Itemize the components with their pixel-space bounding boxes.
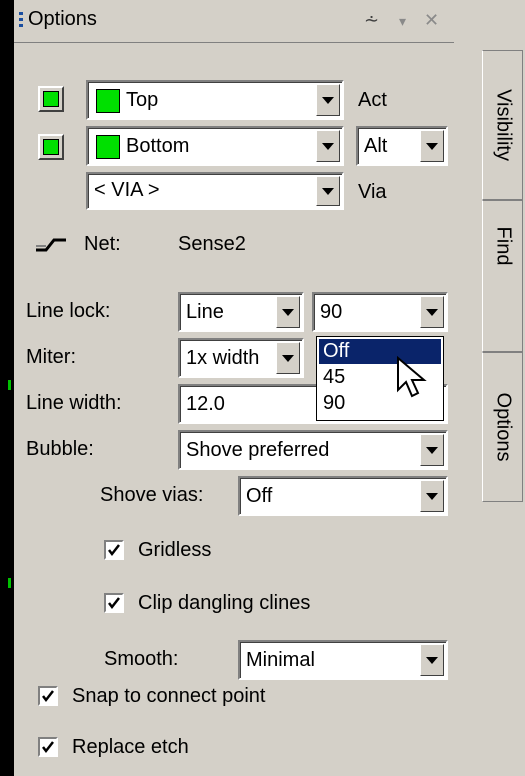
snap-label: Snap to connect point xyxy=(72,685,266,707)
top-layer-value: Top xyxy=(126,89,159,111)
tab-options[interactable]: Options xyxy=(482,352,523,502)
chevron-down-icon[interactable] xyxy=(420,296,444,328)
clip-dangling-checkbox[interactable] xyxy=(104,593,124,613)
tab-find-label: Find xyxy=(492,226,514,266)
chevron-down-icon[interactable] xyxy=(316,130,340,162)
bottom-layer-swatch-button[interactable] xyxy=(38,134,64,160)
gridless-checkbox[interactable] xyxy=(104,540,124,560)
net-label: Net: xyxy=(84,233,121,255)
green-color-icon xyxy=(43,139,59,155)
chevron-down-icon[interactable] xyxy=(420,644,444,676)
panel-title: Options xyxy=(28,8,97,30)
miter-label: Miter: xyxy=(26,346,76,368)
top-layer-color-icon xyxy=(96,89,120,113)
active-label: Act xyxy=(358,89,387,111)
shove-vias-value: Off xyxy=(246,485,273,507)
line-lock-mode-value: Line xyxy=(186,301,224,323)
line-lock-label: Line lock: xyxy=(26,300,111,322)
bottom-layer-value: Bottom xyxy=(126,135,190,157)
smooth-label: Smooth: xyxy=(104,648,179,670)
grip-icon xyxy=(19,12,23,28)
replace-etch-checkbox[interactable] xyxy=(38,737,58,757)
clip-dangling-label: Clip dangling clines xyxy=(138,592,311,614)
line-lock-angle-select[interactable]: 90 xyxy=(312,292,448,332)
line-width-label: Line width: xyxy=(26,392,122,414)
checkmark-icon xyxy=(108,544,120,557)
shove-vias-label: Shove vias: xyxy=(100,484,204,506)
alt-layer-select[interactable]: Alt xyxy=(356,126,448,166)
checkmark-icon xyxy=(42,690,54,703)
net-icon xyxy=(34,232,70,254)
chevron-down-icon[interactable] xyxy=(420,480,444,512)
alt-layer-value: Alt xyxy=(364,135,388,157)
replace-etch-label: Replace etch xyxy=(72,736,189,758)
mouse-cursor-icon xyxy=(396,355,430,407)
top-layer-select[interactable]: Top xyxy=(86,80,344,120)
chevron-down-icon[interactable] xyxy=(316,176,340,206)
bottom-layer-color-icon xyxy=(96,135,120,159)
checkmark-icon xyxy=(42,741,54,754)
via-value: < VIA > xyxy=(94,179,160,201)
chevron-down-icon[interactable] xyxy=(276,296,300,328)
bottom-layer-select[interactable]: Bottom xyxy=(86,126,344,166)
line-width-value: 12.0 xyxy=(186,393,225,415)
chevron-down-icon[interactable] xyxy=(420,130,444,162)
tab-visibility-label: Visibility xyxy=(492,89,514,161)
miter-select[interactable]: 1x width xyxy=(178,338,304,378)
via-label: Via xyxy=(358,181,387,203)
snap-checkbox[interactable] xyxy=(38,686,58,706)
canvas-marker xyxy=(8,380,11,390)
bubble-select[interactable]: Shove preferred xyxy=(178,430,448,470)
bubble-label: Bubble: xyxy=(26,438,94,460)
tab-find[interactable]: Find xyxy=(482,200,523,352)
green-color-icon xyxy=(43,91,59,107)
chevron-down-icon[interactable] xyxy=(276,342,300,374)
dropdown-arrow-icon[interactable]: ▾ xyxy=(399,13,406,30)
title-bar: Options ⩪ ▾ ✕ xyxy=(14,0,454,43)
pin-icon[interactable]: ⩪ xyxy=(364,10,379,31)
top-layer-swatch-button[interactable] xyxy=(38,86,64,112)
line-lock-angle-value: 90 xyxy=(320,301,343,323)
shove-vias-select[interactable]: Off xyxy=(238,476,448,516)
smooth-select[interactable]: Minimal xyxy=(238,640,448,680)
chevron-down-icon[interactable] xyxy=(316,84,340,116)
close-icon[interactable]: ✕ xyxy=(424,10,439,31)
checkmark-icon xyxy=(108,597,120,610)
chevron-down-icon[interactable] xyxy=(420,434,444,466)
tab-visibility[interactable]: Visibility xyxy=(482,50,523,200)
bubble-value: Shove preferred xyxy=(186,439,330,461)
smooth-value: Minimal xyxy=(246,649,315,671)
canvas-marker xyxy=(8,578,11,588)
line-lock-mode-select[interactable]: Line xyxy=(178,292,304,332)
net-value: Sense2 xyxy=(178,233,246,255)
via-select[interactable]: < VIA > xyxy=(86,172,344,210)
miter-value: 1x width xyxy=(186,347,260,369)
gridless-label: Gridless xyxy=(138,539,212,561)
tab-options-label: Options xyxy=(492,392,514,462)
